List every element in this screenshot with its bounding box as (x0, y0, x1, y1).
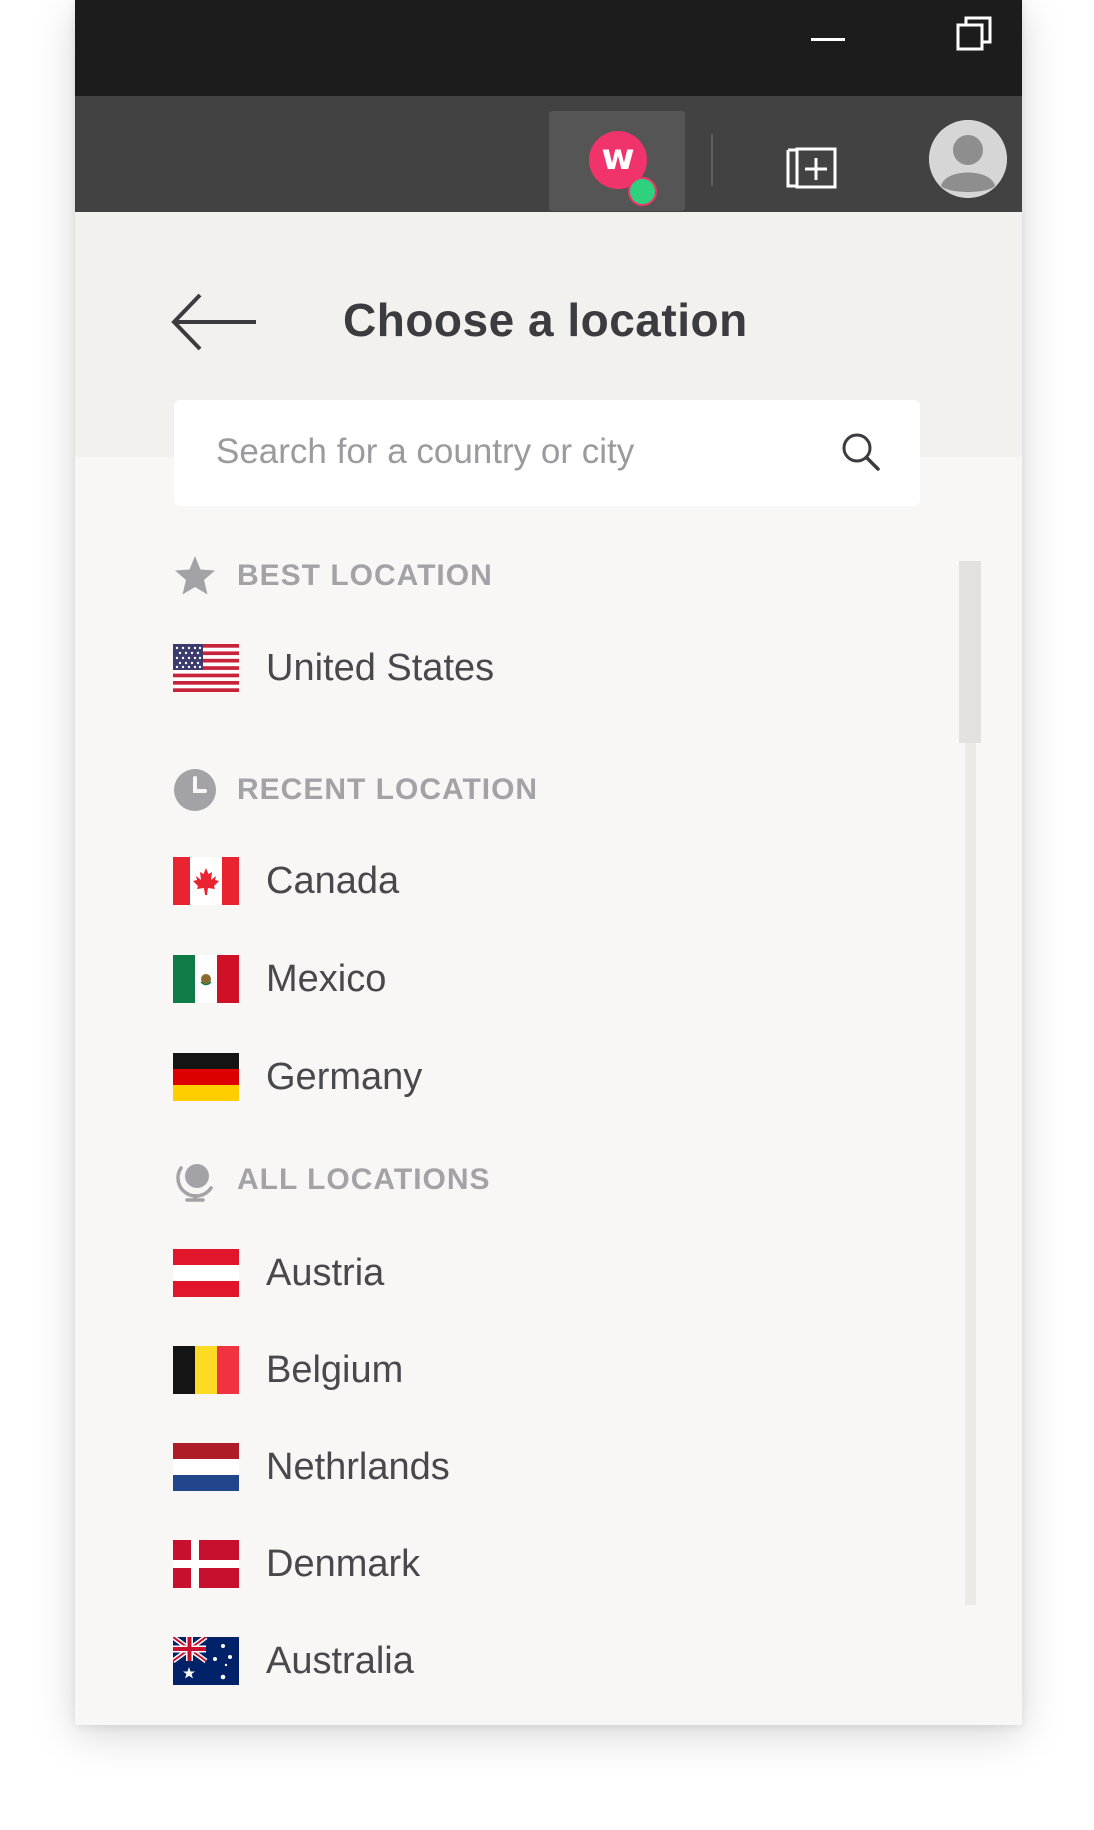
location-item-germany[interactable]: Germany (173, 1045, 873, 1109)
connection-status-dot (628, 177, 657, 206)
star-icon (175, 556, 215, 595)
location-name: Belgium (266, 1349, 404, 1391)
denmark-flag-icon (173, 1540, 239, 1588)
back-arrow-icon (171, 293, 256, 351)
mexico-flag-icon (173, 955, 239, 1003)
browser-window: w Choose a location Search for a country… (75, 0, 1022, 1725)
section-label: ALL LOCATIONS (237, 1163, 491, 1196)
search-box (174, 400, 920, 506)
location-item-belgium[interactable]: Belgium (173, 1338, 873, 1402)
belgium-flag-icon (173, 1346, 239, 1394)
location-name: Austria (266, 1252, 385, 1294)
section-label: RECENT LOCATION (237, 773, 539, 806)
location-name: Germany (266, 1056, 423, 1098)
vpn-extension-button[interactable]: w (549, 111, 685, 211)
us-flag-icon (173, 644, 239, 692)
location-item-australia[interactable]: Australia (173, 1629, 873, 1693)
profile-avatar[interactable] (929, 120, 1007, 198)
location-picker-panel: Choose a location BEST LOCATION (75, 212, 1022, 1725)
browser-toolbar: w (75, 96, 1022, 212)
back-button[interactable] (170, 289, 260, 355)
globe-icon (176, 1164, 213, 1202)
netherlands-flag-icon (173, 1443, 239, 1491)
location-item-mexico[interactable]: Mexico (173, 947, 873, 1011)
vpn-logo-letter: w (601, 137, 635, 178)
canada-flag-icon (173, 857, 239, 905)
location-name: Denmark (266, 1543, 421, 1585)
location-name: Canada (266, 860, 400, 902)
toolbar-divider (711, 134, 713, 186)
location-item-netherlands[interactable]: Nethrlands (173, 1435, 873, 1499)
search-icon[interactable] (839, 430, 883, 474)
location-item-united-states[interactable]: United States (173, 636, 873, 700)
new-tab-button[interactable] (783, 138, 841, 194)
location-name: United States (266, 647, 495, 689)
minimize-button[interactable] (805, 24, 851, 54)
title-bar (75, 0, 1022, 96)
clock-icon (174, 769, 216, 811)
restore-button[interactable] (955, 14, 995, 54)
user-avatar-icon (929, 120, 1007, 198)
scrollbar-thumb[interactable] (959, 561, 981, 743)
page-title: Choose a location (343, 294, 748, 346)
location-name: Australia (266, 1640, 414, 1682)
location-item-canada[interactable]: Canada (173, 849, 873, 913)
location-item-denmark[interactable]: Denmark (173, 1532, 873, 1596)
location-name: Mexico (266, 958, 387, 1000)
location-item-austria[interactable]: Austria (173, 1241, 873, 1305)
location-name: Nethrlands (266, 1446, 450, 1488)
germany-flag-icon (173, 1053, 239, 1101)
section-label: BEST LOCATION (237, 559, 493, 592)
new-tab-icon (786, 147, 837, 189)
restore-icon (956, 16, 992, 51)
location-search-input[interactable] (216, 422, 796, 482)
australia-flag-icon (173, 1637, 239, 1685)
austria-flag-icon (173, 1249, 239, 1297)
